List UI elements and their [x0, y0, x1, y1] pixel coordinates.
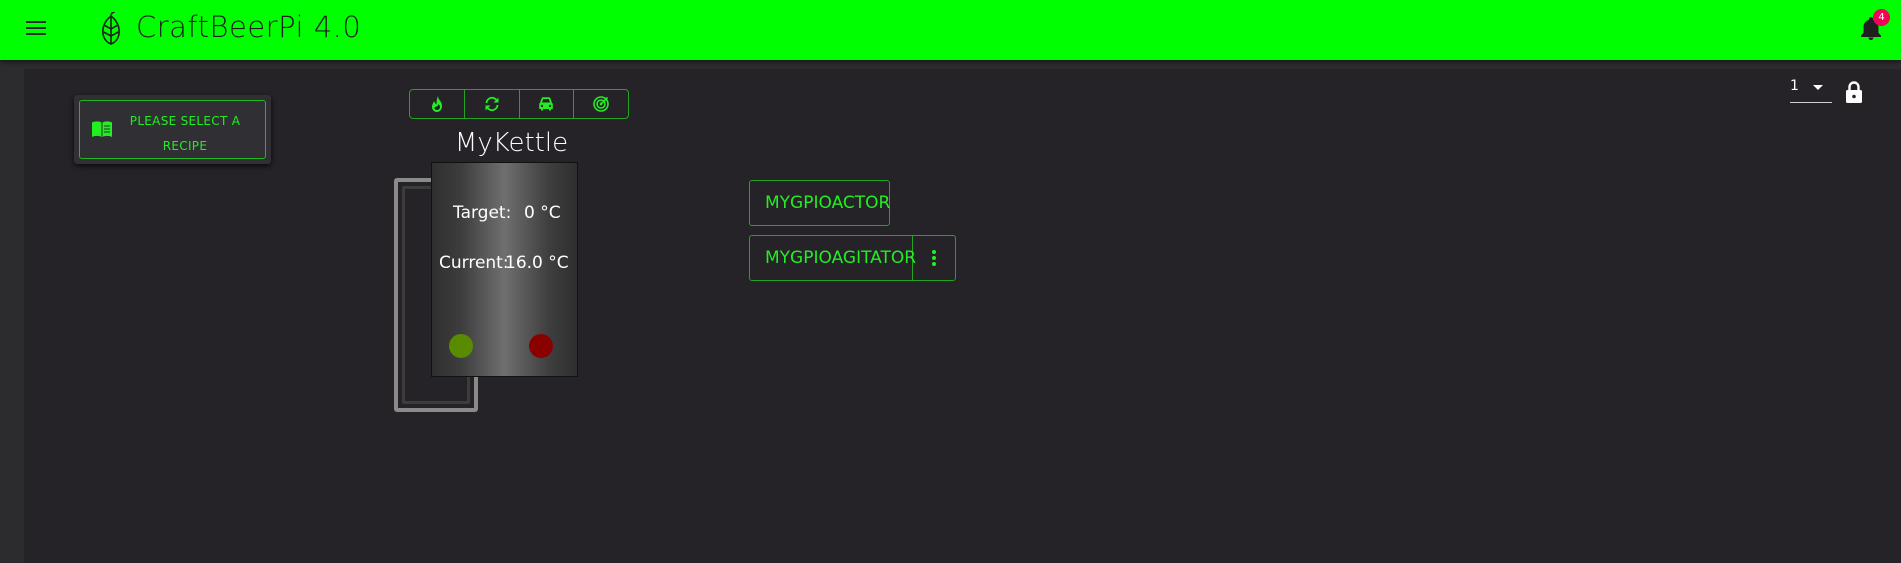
actor-more-button[interactable] [913, 236, 955, 280]
select-recipe-line1: PLEASE SELECT A [129, 114, 241, 128]
menu-icon[interactable] [23, 17, 49, 43]
sync-icon [485, 96, 499, 112]
select-recipe-label: PLEASE SELECT A RECIPE [120, 109, 250, 159]
radar-icon [593, 96, 609, 112]
kettle-name: MyKettle [454, 128, 569, 158]
target-temp-value: 0 °C [524, 203, 561, 223]
kettle-toolbar [409, 89, 629, 119]
kettle-vessel[interactable]: Target: 0 °C Current: 16.0 °C [431, 162, 578, 377]
dashboard-page-select[interactable]: 1 [1790, 76, 1832, 103]
book-icon [92, 121, 112, 137]
current-temp-label: Current: [439, 253, 509, 273]
target-temp-label: Target: [453, 203, 512, 223]
notification-badge: 4 [1873, 9, 1890, 26]
current-temp-value: 16.0 °C [505, 253, 569, 273]
actor-split-mygpioagitator: MYGPIOAGITATOR [749, 235, 956, 281]
chevron-down-icon [1813, 85, 1823, 90]
agitator-status-led [529, 334, 553, 358]
car-icon [539, 97, 554, 111]
dashboard-canvas [24, 69, 1901, 563]
app-title: CraftBeerPi 4.0 [136, 10, 362, 44]
more-vertical-icon [932, 250, 936, 266]
autostart-toggle-button[interactable] [465, 90, 520, 118]
flame-icon [431, 96, 442, 112]
actor-button-mygpioagitator[interactable]: MYGPIOAGITATOR [750, 236, 916, 280]
heater-toggle-button[interactable] [410, 90, 465, 118]
target-temp-button[interactable] [574, 90, 628, 118]
dashboard-page-value: 1 [1790, 78, 1799, 94]
app-bar: CraftBeerPi 4.0 4 [0, 0, 1901, 60]
select-recipe-button[interactable]: PLEASE SELECT A RECIPE [79, 100, 266, 159]
select-recipe-line2: RECIPE [162, 139, 208, 153]
recipe-widget: PLEASE SELECT A RECIPE [74, 95, 271, 164]
hops-logo-icon [102, 12, 120, 45]
agitator-toggle-button[interactable] [520, 90, 575, 118]
actor-button-mygpioactor[interactable]: MYGPIOACTOR [749, 180, 890, 226]
heater-status-led [449, 334, 473, 358]
lock-icon[interactable] [1845, 81, 1863, 103]
